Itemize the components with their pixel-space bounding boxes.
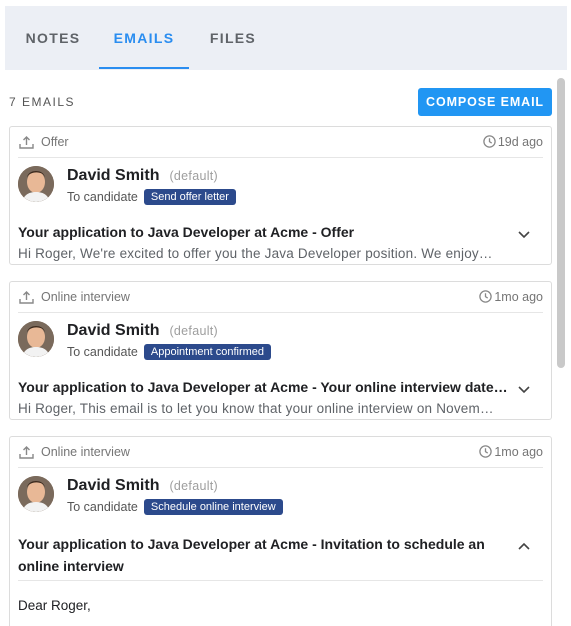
email-time-label: 19d ago — [497, 135, 543, 149]
status-badge: Appointment confirmed — [143, 344, 272, 360]
email-time-label: 1mo ago — [494, 290, 543, 304]
email-card[interactable]: Online interview 1mo ago David Smith (def… — [9, 436, 552, 626]
email-stage: Online interview — [41, 290, 130, 304]
email-stage: Online interview — [41, 445, 130, 459]
email-preview: Hi Roger, We're excited to offer you the… — [18, 246, 500, 261]
avatar — [18, 166, 54, 202]
chevron-down-icon[interactable] — [517, 227, 531, 241]
divider — [18, 580, 543, 581]
email-time-label: 1mo ago — [494, 445, 543, 459]
recipient-text: To candidate — [67, 345, 138, 359]
sender-default-tag: (default) — [169, 324, 219, 338]
tab-emails[interactable]: EMAILS — [99, 6, 189, 70]
recipient-text: To candidate — [67, 500, 138, 514]
sender-name-text: David Smith — [67, 477, 160, 494]
sender-name-text: David Smith — [67, 167, 160, 184]
sender-default-tag: (default) — [169, 169, 219, 183]
email-time: 1mo ago — [479, 445, 543, 459]
email-subject: Your application to Java Developer at Ac… — [18, 379, 510, 395]
recipient-text: To candidate — [67, 190, 138, 204]
email-card[interactable]: Offer 19d ago David Smith (default) To ca… — [9, 126, 552, 265]
sender-name: David Smith (default) — [67, 322, 218, 340]
chevron-up-icon[interactable] — [517, 539, 531, 553]
upload-icon — [19, 291, 34, 304]
recipient: To candidate Appointment confirmed — [67, 344, 272, 360]
email-subject: Your application to Java Developer at Ac… — [18, 536, 485, 574]
active-tab-indicator — [99, 67, 189, 69]
email-time: 19d ago — [483, 135, 543, 149]
sender-name: David Smith (default) — [67, 477, 218, 495]
email-time: 1mo ago — [479, 290, 543, 304]
clock-icon — [479, 290, 493, 303]
compose-email-button[interactable]: COMPOSE EMAIL — [418, 88, 552, 116]
sender-default-tag: (default) — [169, 479, 219, 493]
sender-name: David Smith (default) — [67, 167, 218, 185]
email-body: Dear Roger, — [18, 598, 91, 613]
tab-bar: NOTES EMAILS FILES — [5, 6, 567, 70]
recipient: To candidate Send offer letter — [67, 189, 236, 205]
clock-icon — [479, 445, 493, 458]
avatar — [18, 476, 54, 512]
email-card-header: Offer 19d ago — [18, 127, 543, 158]
email-subject: Your application to Java Developer at Ac… — [18, 224, 355, 240]
status-badge: Schedule online interview — [143, 499, 283, 515]
upload-icon — [19, 136, 34, 149]
email-card[interactable]: Online interview 1mo ago David Smith (def… — [9, 281, 552, 420]
tab-notes[interactable]: NOTES — [5, 6, 101, 70]
sender-name-text: David Smith — [67, 322, 160, 339]
avatar — [18, 321, 54, 357]
status-badge: Send offer letter — [143, 189, 236, 205]
scrollbar-thumb[interactable] — [557, 78, 565, 368]
tab-files[interactable]: FILES — [189, 6, 277, 70]
email-card-header: Online interview 1mo ago — [18, 437, 543, 468]
email-count: 7 EMAILS — [9, 95, 76, 109]
email-preview: Hi Roger, This email is to let you know … — [18, 401, 500, 416]
upload-icon — [19, 446, 34, 459]
recipient: To candidate Schedule online interview — [67, 499, 283, 515]
scrollbar[interactable] — [557, 78, 565, 626]
email-card-header: Online interview 1mo ago — [18, 282, 543, 313]
chevron-down-icon[interactable] — [517, 382, 531, 396]
clock-icon — [483, 135, 496, 148]
email-stage: Offer — [41, 135, 69, 149]
